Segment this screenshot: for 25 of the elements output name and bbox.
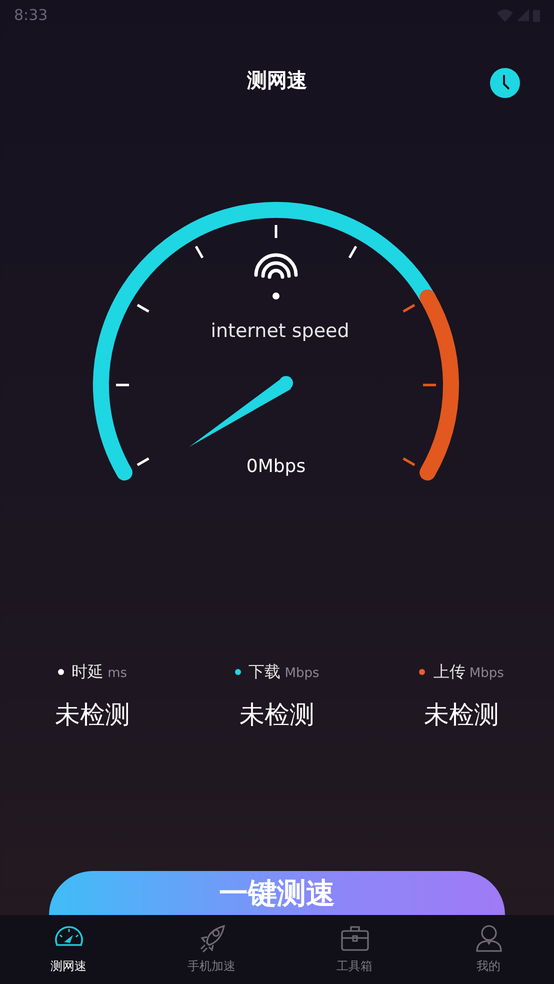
tab-item[interactable]: 测网速	[50, 915, 86, 984]
gauge-label: internet speed	[210, 320, 350, 342]
stat-label: 下载	[248, 661, 281, 683]
start-test-button[interactable]: 一键测速	[49, 871, 505, 915]
briefcase-icon	[340, 923, 370, 953]
stat-value: 未检测	[238, 699, 316, 731]
wifi-signal-icon	[497, 8, 513, 22]
tab-item[interactable]: 手机加速	[188, 915, 236, 984]
status-time: 8:33	[14, 4, 48, 26]
stat-value: 未检测	[423, 699, 500, 731]
wifi-icon	[254, 253, 298, 300]
page-title: 测网速	[247, 67, 307, 94]
person-icon	[474, 923, 504, 953]
cell-signal-icon	[517, 9, 529, 21]
stat-unit: Mbps	[469, 665, 504, 683]
speed-reading: 0Mbps	[246, 456, 306, 477]
tab-item[interactable]: 工具箱	[336, 915, 372, 984]
tab-item[interactable]: 我的	[474, 915, 504, 984]
stat-value: 未检测	[54, 699, 131, 731]
clock-icon[interactable]	[490, 68, 520, 98]
stat-label: 上传	[433, 661, 466, 683]
stat-unit: Mbps	[284, 665, 320, 683]
stat-unit: ms	[108, 665, 128, 683]
battery-icon	[533, 8, 540, 22]
stat-label: 时延	[72, 661, 104, 683]
